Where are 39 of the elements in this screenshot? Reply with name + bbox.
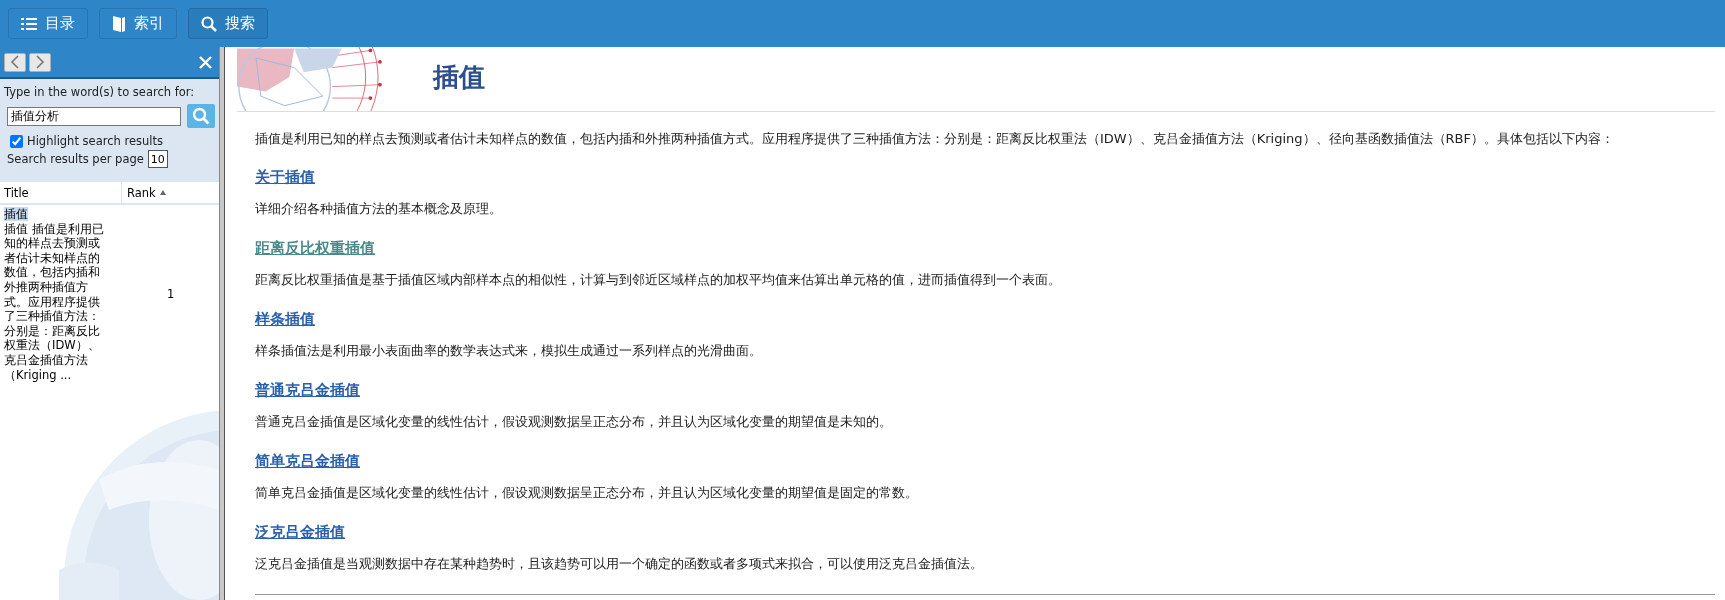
topic-link[interactable]: 距离反比权重插值 [255,240,375,256]
back-button[interactable] [4,52,26,72]
topic-description: 简单克吕金插值是区域化变量的线性估计，假设观测数据呈正态分布，并且认为区域化变量的期望值是固定的常数。 [255,484,919,502]
close-icon[interactable] [199,55,212,69]
chevron-left-icon [10,55,20,69]
result-title: 插值 [4,207,28,221]
intro-paragraph: 插值是利用已知的样点去预测或者估计未知样点的数值，包括内插和外推两种插值方式。应用程序提供了三种插值方法：分别是：距离反比权重法（IDW）、克吕金插值方法（Kriging）、径向基函数插值法（RBF）。具体包括以下内容： [255,130,1615,148]
result-excerpt: 插值 插值是利用已知的样点去预测或者估计未知样点的数值，包括内插和外推两种插值方式。应用程序提供了三种插值方法：分别是：距离反比权重法（IDW）、克吕金插值方法（Kriging ... [4,221,105,383]
topic-link[interactable]: 泛克吕金插值 [255,524,345,540]
forward-button[interactable] [29,52,51,72]
search-field[interactable]: 插值分析 [7,106,181,126]
checkbox-label: Highlight search results [27,134,163,148]
search-icon [201,15,217,32]
search-button[interactable] [187,104,215,128]
column-header[interactable]: Title [0,182,122,203]
topic-link[interactable]: 普通克吕金插值 [255,382,360,398]
toolbar-tab[interactable]: 搜索 [188,8,268,39]
per-page-label: Search results per page [7,152,144,166]
result-rank: 1 [166,286,176,304]
list-icon [21,16,37,31]
toolbar-tab[interactable]: 索引 [99,8,177,39]
per-page-field[interactable]: 10 [147,150,168,168]
topic-link[interactable]: 简单克吕金插值 [255,453,360,469]
topic-description: 详细介绍各种插值方法的基本概念及原理。 [255,200,503,218]
sort-icon [159,190,166,195]
topic-link[interactable]: 关于插值 [255,169,315,185]
book-icon [112,14,126,33]
topic-description: 距离反比权重插值是基于插值区域内部样本点的相似性，计算与到邻近区域样点的加权平均值来估算出单元格的值，进而插值得到一个表面。 [255,271,1062,289]
topic-description: 样条插值法是利用最小表面曲率的数学表达式来，模拟生成通过一系列样点的光滑曲面。 [255,342,763,360]
search-prompt: Type in the word(s) to search for: [4,85,196,99]
highlight-checkbox[interactable] [10,134,23,148]
toolbar-tab[interactable]: 目录 [8,8,88,39]
topic-link[interactable]: 样条插值 [255,311,315,327]
topic-description: 泛克吕金插值是当观测数据中存在某种趋势时，且该趋势可以用一个确定的函数或者多项式来拟合，可以使用泛克吕金插值法。 [255,555,984,573]
chevron-right-icon [35,55,45,69]
result-row[interactable]: 插值 插值 插值是利用已知的样点去预测或者估计未知样点的数值，包括内插和外推两种插值方式。应用程序提供了三种插值方法：分别是：距离反比权重法（IDW）、克吕金插值方法（Kriging ... 1 [0,205,219,383]
page-title: 插值 [433,61,485,94]
topic-description: 普通克吕金插值是区域化变量的线性估计，假设观测数据呈正态分布，并且认为区域化变量的期望值是未知的。 [255,413,893,431]
column-header[interactable]: Rank [122,182,156,203]
